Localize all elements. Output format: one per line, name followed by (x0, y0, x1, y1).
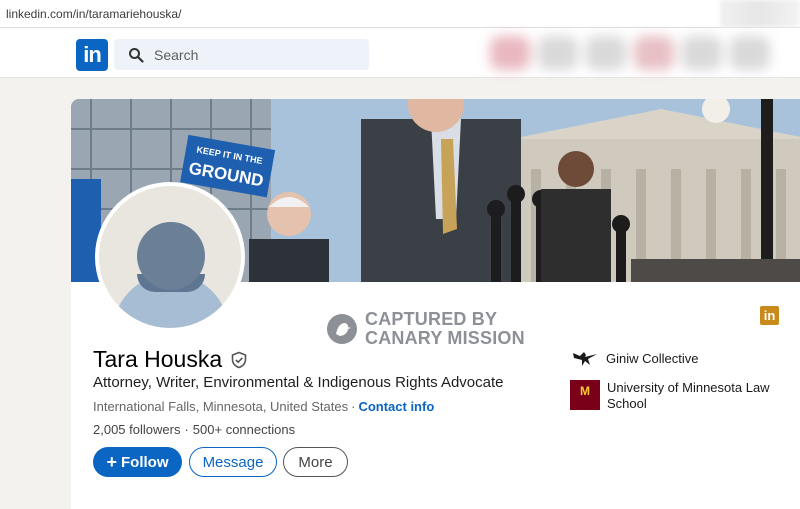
profile-headline: Attorney, Writer, Environmental & Indige… (93, 374, 504, 391)
profile-avatar[interactable] (95, 182, 245, 332)
profile-location-row: International Falls, Minnesota, United S… (93, 399, 434, 414)
follow-button-label: Follow (121, 453, 169, 471)
blurred-nav-icons (476, 28, 800, 77)
location-separator: · (351, 399, 356, 414)
follow-button[interactable]: + Follow (93, 447, 182, 477)
org-name: University of Minnesota Law School (607, 380, 770, 411)
watermark-line-1: CAPTURED BY (365, 309, 498, 329)
linkedin-logo-icon[interactable]: in (76, 39, 108, 71)
watermark-line-2: CANARY MISSION (365, 328, 525, 348)
plus-icon: + (106, 452, 117, 472)
canary-bird-icon (327, 314, 357, 344)
search-icon (129, 47, 144, 63)
canary-mission-watermark: CAPTURED BY CANARY MISSION (327, 310, 525, 348)
message-button[interactable]: Message (189, 447, 277, 477)
verified-shield-icon[interactable] (230, 351, 248, 369)
org-giniw-collective[interactable]: Giniw Collective (572, 349, 698, 367)
eagle-logo-icon (573, 352, 597, 366)
profile-name: Tara Houska (93, 346, 248, 373)
top-nav: in (0, 28, 800, 78)
avatar-head-shape (137, 222, 205, 290)
profile-network-row: 2,005 followers · 500+ connections (93, 422, 295, 437)
contact-info-link[interactable]: Contact info (358, 399, 434, 414)
more-button[interactable]: More (283, 447, 348, 477)
profile-name-text: Tara Houska (93, 346, 223, 372)
browser-url-bar[interactable]: linkedin.com/in/taramariehouska/ (0, 0, 800, 28)
org-name: Giniw Collective (606, 350, 699, 366)
org-university-of-minnesota[interactable]: M University of Minnesota Law School (570, 380, 782, 412)
umn-logo-icon: M (570, 380, 600, 410)
connections-separator: · (184, 422, 189, 437)
linkedin-badge-icon[interactable]: in (760, 306, 779, 325)
search-input[interactable] (152, 45, 356, 64)
connections-count[interactable]: 500+ connections (193, 422, 295, 437)
profile-card: KEEP IT IN THE GROUND CAPTURED BY CANARY… (71, 99, 800, 509)
blurred-toolbar (720, 0, 800, 27)
url-text[interactable]: linkedin.com/in/taramariehouska/ (6, 7, 181, 21)
followers-count[interactable]: 2,005 followers (93, 422, 180, 437)
profile-location: International Falls, Minnesota, United S… (93, 399, 349, 414)
search-box[interactable] (114, 39, 369, 70)
